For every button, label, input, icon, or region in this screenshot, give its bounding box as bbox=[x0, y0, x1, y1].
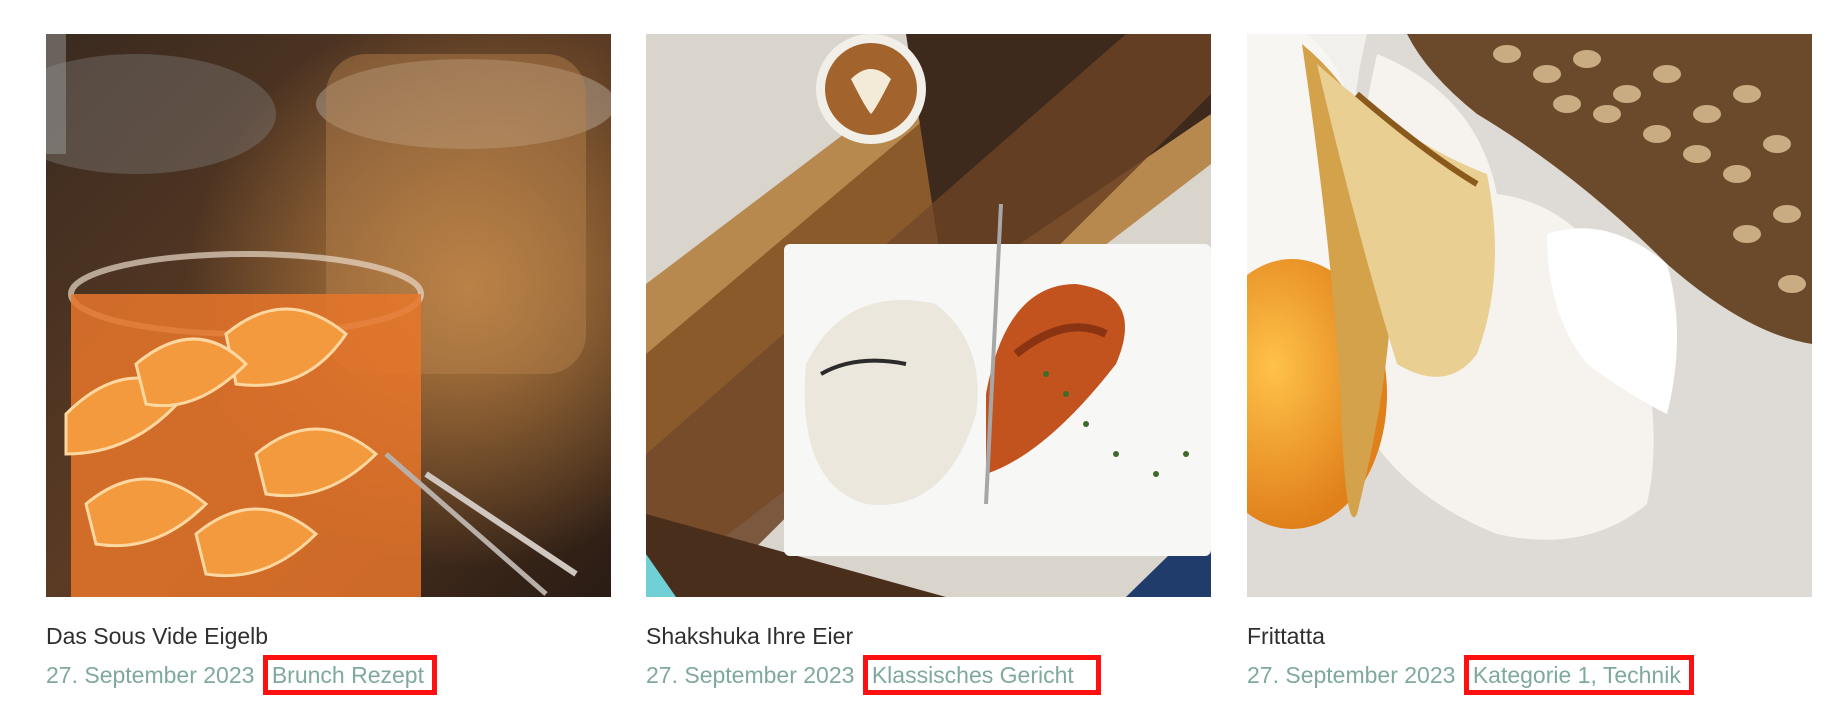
post-meta: 27. September 2023 Klassisches Gericht bbox=[646, 655, 1211, 697]
category-highlight-box: Kategorie 1, Technik bbox=[1463, 655, 1694, 695]
post-thumbnail-image bbox=[46, 34, 611, 597]
post-card: Das Sous Vide Eigelb 27. September 2023 … bbox=[46, 34, 611, 697]
post-card: Shakshuka Ihre Eier 27. September 2023 K… bbox=[646, 34, 1211, 697]
category-separator: , bbox=[1590, 662, 1603, 688]
post-date: 27. September 2023 bbox=[1247, 662, 1456, 689]
category-link[interactable]: Klassisches Gericht bbox=[872, 662, 1074, 688]
post-grid: Das Sous Vide Eigelb 27. September 2023 … bbox=[0, 0, 1848, 708]
post-title-link[interactable]: Frittatta bbox=[1247, 622, 1812, 650]
category-highlight-box: Klassisches Gericht bbox=[862, 655, 1101, 695]
post-thumbnail-image bbox=[646, 34, 1211, 597]
category-link[interactable]: Kategorie 1 bbox=[1473, 662, 1591, 688]
post-meta: 27. September 2023 Brunch Rezept bbox=[46, 655, 611, 697]
post-thumbnail-link[interactable] bbox=[46, 34, 611, 597]
post-thumbnail-link[interactable] bbox=[646, 34, 1211, 597]
post-thumbnail-link[interactable] bbox=[1247, 34, 1812, 597]
category-link[interactable]: Brunch Rezept bbox=[272, 662, 424, 688]
post-title-link[interactable]: Shakshuka Ihre Eier bbox=[646, 622, 1211, 650]
category-highlight-box: Brunch Rezept bbox=[262, 655, 437, 695]
post-title-link[interactable]: Das Sous Vide Eigelb bbox=[46, 622, 611, 650]
post-date: 27. September 2023 bbox=[46, 662, 255, 689]
post-date: 27. September 2023 bbox=[646, 662, 855, 689]
post-meta: 27. September 2023 Kategorie 1, Technik bbox=[1247, 655, 1812, 697]
post-card: Frittatta 27. September 2023 Kategorie 1… bbox=[1247, 34, 1812, 697]
post-thumbnail-image bbox=[1247, 34, 1812, 597]
category-link[interactable]: Technik bbox=[1603, 662, 1681, 688]
